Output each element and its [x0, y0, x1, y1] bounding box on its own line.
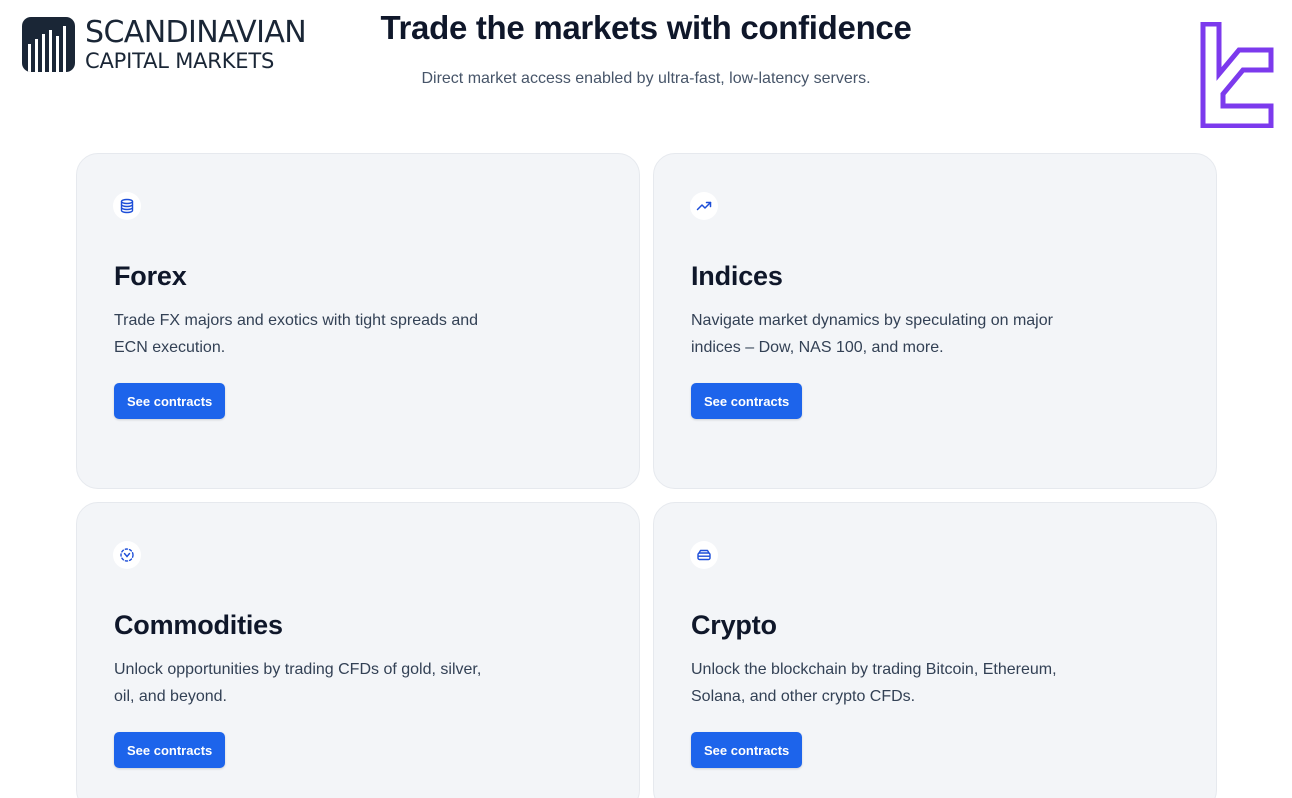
- market-card-indices: Indices Navigate market dynamics by spec…: [653, 153, 1217, 489]
- page-subtitle: Direct market access enabled by ultra-fa…: [421, 70, 871, 87]
- card-description: Trade FX majors and exotics with tight s…: [114, 312, 479, 356]
- card-title: Crypto: [691, 610, 777, 640]
- card-description: Unlock the blockchain by trading Bitcoin…: [691, 661, 1057, 705]
- card-description: Navigate market dynamics by speculating …: [691, 312, 1053, 356]
- see-contracts-button[interactable]: See contracts: [691, 732, 803, 768]
- server-icon: [690, 541, 718, 569]
- page-title: Trade the markets with confidence: [380, 9, 912, 46]
- see-contracts-button[interactable]: See contracts: [691, 383, 803, 419]
- scan-target-icon: [113, 541, 141, 569]
- card-description: Unlock opportunities by trading CFDs of …: [114, 661, 482, 705]
- database-icon: [113, 192, 141, 220]
- brand-line-2: CAPITAL MARKETS: [85, 48, 275, 73]
- card-title: Commodities: [114, 610, 283, 640]
- card-title: Indices: [691, 261, 783, 291]
- market-card-forex: Forex Trade FX majors and exotics with t…: [76, 153, 640, 489]
- market-card-crypto: Crypto Unlock the blockchain by trading …: [653, 502, 1217, 798]
- see-contracts-button[interactable]: See contracts: [114, 732, 226, 768]
- watermark-logo-icon: [1200, 22, 1274, 128]
- trending-up-icon: [690, 192, 718, 220]
- market-card-commodities: Commodities Unlock opportunities by trad…: [76, 502, 640, 798]
- page: SCANDINAVIAN CAPITAL MARKETS Trade the m…: [0, 0, 1292, 798]
- see-contracts-button[interactable]: See contracts: [114, 383, 226, 419]
- card-title: Forex: [114, 261, 187, 291]
